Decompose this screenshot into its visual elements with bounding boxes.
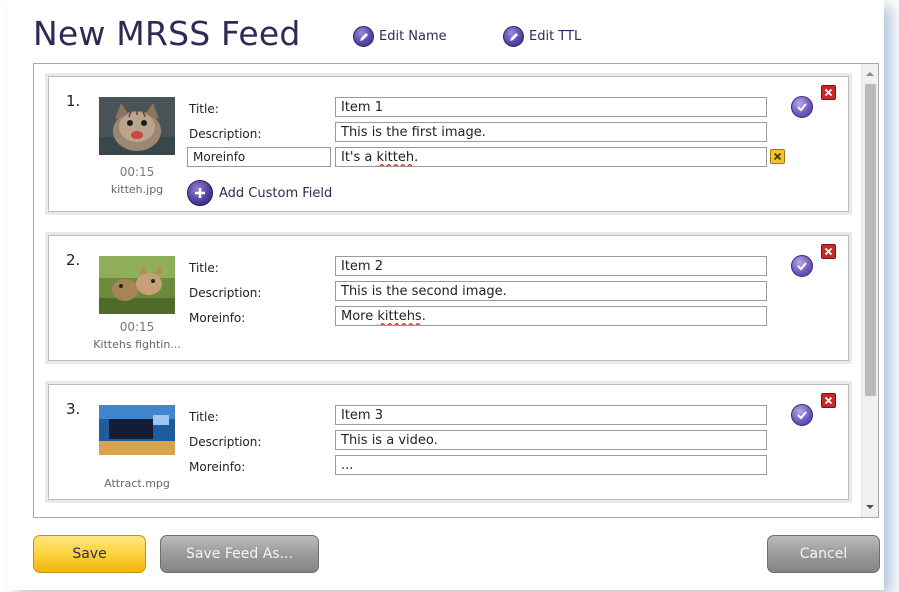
- scroll-up-button[interactable]: [862, 66, 878, 82]
- edit-ttl-button[interactable]: Edit TTL: [503, 26, 581, 47]
- title-label: Title:: [189, 261, 219, 275]
- title-label: Title:: [189, 102, 219, 116]
- description-label: Description:: [189, 286, 262, 300]
- scroll-down-button[interactable]: [862, 499, 878, 515]
- page-title: New MRSS Feed: [33, 14, 301, 53]
- close-icon: [824, 88, 833, 97]
- item-filename: Attract.mpg: [104, 477, 170, 490]
- item-thumbnail-kitten[interactable]: [99, 97, 175, 155]
- close-icon: [773, 152, 782, 161]
- custom-field-value-input[interactable]: It's a kitteh.: [335, 147, 767, 167]
- misspelled-word: kitteh: [376, 150, 415, 165]
- save-button[interactable]: Save: [33, 535, 146, 573]
- item-filename: Kittehs fightin...: [93, 338, 181, 351]
- moreinfo-input[interactable]: More kittehs.: [335, 306, 767, 326]
- item-filename: kitteh.jpg: [110, 183, 164, 196]
- item-duration: 00:15: [119, 165, 155, 179]
- delete-item-button[interactable]: [821, 244, 836, 259]
- moreinfo-label: Moreinfo:: [189, 460, 246, 474]
- title-input[interactable]: Item 3: [335, 405, 767, 425]
- edit-name-button[interactable]: Edit Name: [353, 26, 447, 47]
- close-icon: [824, 247, 833, 256]
- delete-item-button[interactable]: [821, 85, 836, 100]
- pencil-icon: [353, 26, 374, 47]
- edit-ttl-label: Edit TTL: [529, 29, 582, 44]
- title-input[interactable]: Item 2: [335, 256, 767, 276]
- add-custom-field-label: Add Custom Field: [219, 185, 333, 201]
- description-input[interactable]: This is the second image.: [335, 281, 767, 301]
- close-icon: [824, 396, 833, 405]
- feed-item-3: 3. Attract.mpg Title: Item 3 Description…: [48, 384, 849, 500]
- scrollbar-thumb[interactable]: [865, 84, 876, 396]
- feed-item-2: 2. 00:15 Kittehs fightin... Title: Item …: [48, 235, 849, 361]
- custom-value-prefix: It's a: [341, 150, 377, 165]
- moreinfo-suffix: .: [421, 309, 426, 324]
- list-scrollbar[interactable]: [861, 64, 878, 517]
- moreinfo-input[interactable]: ...: [335, 455, 767, 475]
- description-label: Description:: [189, 127, 262, 141]
- title-input[interactable]: Item 1: [335, 97, 767, 117]
- item-number: 1.: [66, 92, 81, 110]
- description-input[interactable]: This is a video.: [335, 430, 767, 450]
- delete-item-button[interactable]: [821, 393, 836, 408]
- title-label: Title:: [189, 410, 219, 424]
- item-thumbnail-kittens-fighting[interactable]: [99, 256, 175, 314]
- confirm-item-button[interactable]: [791, 255, 813, 277]
- misspelled-word: kittehs: [377, 309, 422, 324]
- plus-icon: [187, 180, 213, 206]
- chevron-up-icon: [866, 72, 874, 76]
- item-number: 3.: [66, 400, 81, 418]
- item-number: 2.: [66, 251, 81, 269]
- description-label: Description:: [189, 435, 262, 449]
- custom-value-suffix: .: [414, 150, 419, 165]
- check-icon: [797, 411, 807, 420]
- check-icon: [797, 262, 807, 271]
- item-duration: 00:15: [119, 320, 155, 334]
- check-icon: [797, 103, 807, 112]
- remove-custom-field-button[interactable]: [770, 149, 785, 164]
- custom-field-name-input[interactable]: Moreinfo: [187, 147, 331, 167]
- cancel-button[interactable]: Cancel: [767, 535, 880, 573]
- item-thumbnail-video[interactable]: [99, 405, 175, 455]
- moreinfo-prefix: More: [341, 309, 378, 324]
- feed-items-list: 1. 00:15 kitteh.jpg Title: Item 1 Descri…: [33, 63, 879, 518]
- save-feed-as-button[interactable]: Save Feed As...: [160, 535, 319, 573]
- chevron-down-icon: [866, 505, 874, 509]
- feed-items-viewport: 1. 00:15 kitteh.jpg Title: Item 1 Descri…: [34, 64, 862, 517]
- confirm-item-button[interactable]: [791, 96, 813, 118]
- edit-name-label: Edit Name: [379, 29, 447, 44]
- feed-item-1: 1. 00:15 kitteh.jpg Title: Item 1 Descri…: [48, 76, 849, 212]
- pencil-icon: [503, 26, 524, 47]
- moreinfo-label: Moreinfo:: [189, 311, 246, 325]
- confirm-item-button[interactable]: [791, 404, 813, 426]
- add-custom-field-button[interactable]: Add Custom Field: [187, 180, 332, 206]
- description-input[interactable]: This is the first image.: [335, 122, 767, 142]
